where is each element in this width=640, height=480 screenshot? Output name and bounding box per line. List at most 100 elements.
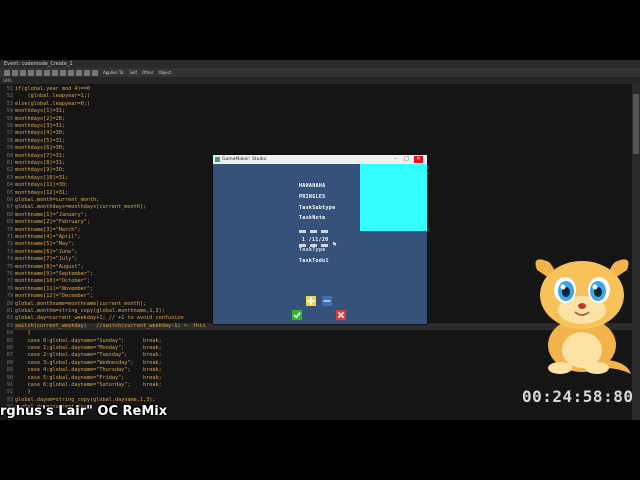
- line-number: 74: [6, 256, 13, 263]
- code-line[interactable]: 53 else(global.leapyear=0;): [0, 101, 618, 108]
- code-text: global.day=current_weekday+1; // +1 to a…: [15, 315, 184, 322]
- code-text: monthname[11]="November";: [15, 285, 94, 292]
- code-line[interactable]: 85 case 0:global.dayname="Sunday"; break…: [0, 338, 618, 345]
- line-number: 56: [6, 123, 13, 129]
- code-line[interactable]: 51 if(global.year mod 4)==0: [0, 86, 618, 93]
- line-number: 59: [6, 145, 13, 152]
- item-task-note[interactable]: TaskNote: [299, 215, 325, 221]
- item-pringles[interactable]: PRINGLES: [299, 194, 325, 200]
- code-text: monthdays[9]=30;: [15, 167, 65, 174]
- line-number: 67: [6, 204, 13, 211]
- code-text: monthdays[5]=31;: [15, 137, 65, 144]
- item-hahahaha[interactable]: HAHAHAHA: [299, 183, 325, 189]
- editor-tab[interactable]: GML: [0, 77, 640, 84]
- code-line[interactable]: 84 {: [0, 330, 618, 337]
- checkmark-icon[interactable]: [292, 310, 302, 320]
- code-line[interactable]: 55 monthdays[2]=28;: [0, 116, 618, 123]
- code-text: monthname[9]="September";: [15, 271, 94, 277]
- code-text: {: [15, 330, 31, 337]
- line-number: 79: [6, 293, 13, 300]
- code-text: case 6:global.dayname="Saturday"; break;: [15, 382, 162, 388]
- spin-up-icon[interactable]: [310, 230, 317, 233]
- code-text: monthname[8]="August";: [15, 263, 84, 270]
- line-number: 65: [6, 189, 13, 196]
- code-line[interactable]: 88 case 3:global.dayname="Wednesday"; br…: [0, 360, 618, 367]
- line-number: 89: [6, 367, 13, 374]
- code-text: case 2:global.dayname="Tuesday"; break;: [15, 352, 162, 359]
- line-number: 85: [6, 337, 13, 344]
- line-number: 82: [6, 315, 13, 322]
- item-task-type[interactable]: TaskType: [299, 247, 325, 253]
- maximize-button[interactable]: □: [402, 156, 411, 163]
- line-number: 60: [6, 152, 13, 159]
- line-number: 92: [6, 389, 13, 396]
- code-text: monthdays[4]=30;: [15, 130, 65, 137]
- code-text: case 5:global.dayname="Friday"; break;: [15, 374, 162, 381]
- paste-icon[interactable]: [68, 69, 74, 76]
- toolbar: Applies To: Self Other Object: [0, 68, 640, 77]
- cursor-icon: [333, 241, 338, 247]
- code-line[interactable]: 89 case 4:global.dayname="Thursday"; bre…: [0, 367, 618, 374]
- code-line[interactable]: 54 monthdays[1]=31;: [0, 108, 618, 115]
- find-icon[interactable]: [76, 69, 82, 76]
- close-button[interactable]: ✕: [414, 156, 423, 163]
- code-text: monthdays[8]=31;: [15, 160, 65, 166]
- code-text: monthname[4]="April";: [15, 234, 81, 240]
- cross-icon[interactable]: [336, 310, 346, 320]
- date-field[interactable]: 1 /11/20: [302, 237, 328, 243]
- help-icon[interactable]: [92, 69, 98, 76]
- code-line[interactable]: 57 monthdays[4]=30;: [0, 130, 618, 137]
- line-number: 52: [6, 93, 13, 100]
- cartoon-dog-image: [535, 259, 631, 374]
- code-line[interactable]: 86 case 1:global.dayname="Monday"; break…: [0, 345, 618, 352]
- code-line[interactable]: 90 case 5:global.dayname="Friday"; break…: [0, 375, 618, 382]
- line-number: 69: [6, 219, 13, 226]
- minimize-button[interactable]: –: [391, 156, 400, 163]
- spin-up-icon[interactable]: [321, 230, 328, 233]
- replace-icon[interactable]: [84, 69, 90, 76]
- line-number: 90: [6, 374, 13, 381]
- line-number: 58: [6, 137, 13, 144]
- cut-icon[interactable]: [52, 69, 58, 76]
- line-number: 71: [6, 234, 13, 240]
- item-task-todo[interactable]: TaskTodo1: [299, 258, 329, 264]
- line-number: 91: [6, 382, 13, 388]
- save-icon[interactable]: [20, 69, 26, 76]
- other-option[interactable]: Other: [142, 70, 153, 75]
- open-icon[interactable]: [12, 69, 18, 76]
- line-number: 62: [6, 167, 13, 174]
- code-text: monthname[5]="May";: [15, 241, 75, 248]
- stream-timer: 00:24:58:80: [522, 387, 634, 406]
- object-option[interactable]: Object: [158, 70, 171, 75]
- plus-icon[interactable]: [306, 296, 316, 306]
- code-text: monthdays[2]=28;: [15, 115, 65, 122]
- line-number: 61: [6, 160, 13, 166]
- code-line[interactable]: 56 monthdays[3]=31;: [0, 123, 618, 130]
- copy-icon[interactable]: [60, 69, 66, 76]
- line-number: 84: [6, 330, 13, 337]
- check-icon[interactable]: [4, 69, 10, 76]
- line-number: 88: [6, 359, 13, 366]
- code-line[interactable]: 58 monthdays[5]=31;: [0, 138, 618, 145]
- line-number: 53: [6, 100, 13, 107]
- self-option[interactable]: Self: [129, 70, 137, 75]
- minus-icon[interactable]: [322, 296, 332, 306]
- code-text: global.monthdays=monthdays[current_month…: [15, 204, 147, 211]
- undo-icon[interactable]: [36, 69, 42, 76]
- code-text: monthname[2]="February";: [15, 219, 90, 226]
- print-icon[interactable]: [28, 69, 34, 76]
- redo-icon[interactable]: [44, 69, 50, 76]
- spin-up-icon[interactable]: [299, 230, 306, 233]
- code-text: global.monthm=string_copy(global.monthna…: [15, 308, 165, 314]
- game-window: GameMaker: Studio – □ ✕ HAHAHAHA PRINGLE…: [213, 155, 427, 324]
- line-number: 57: [6, 130, 13, 137]
- scrollbar-thumb[interactable]: [633, 94, 639, 154]
- item-task-subtype[interactable]: TaskSubtype: [299, 205, 335, 211]
- code-line[interactable]: 59 monthdays[6]=30;: [0, 145, 618, 152]
- line-number: 77: [6, 278, 13, 285]
- code-text: (global.leapyear=1;): [15, 93, 90, 100]
- code-line[interactable]: 87 case 2:global.dayname="Tuesday"; brea…: [0, 352, 618, 359]
- line-number: 87: [6, 352, 13, 359]
- window-title: Event: codemode_Create_1: [0, 60, 640, 68]
- code-line[interactable]: 52 (global.leapyear=1;): [0, 93, 618, 100]
